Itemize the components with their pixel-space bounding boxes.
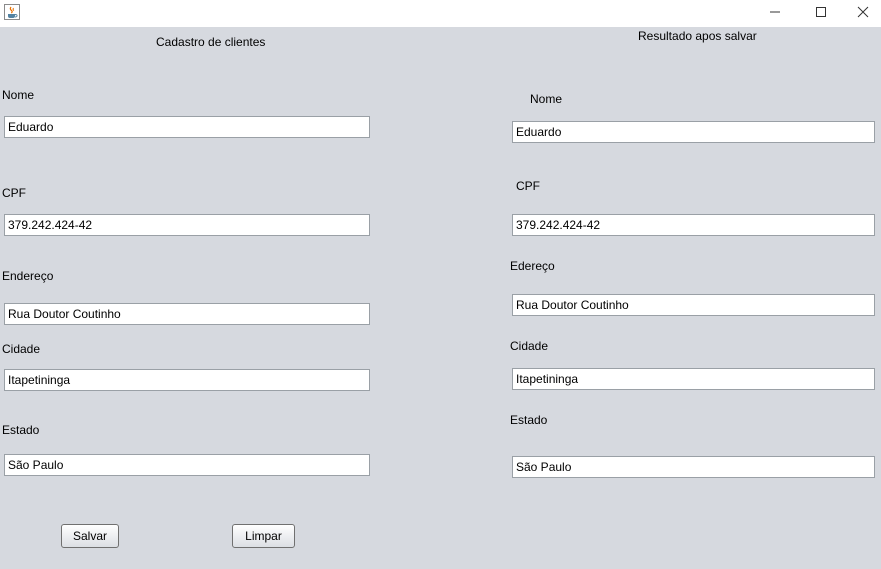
estado-input[interactable]: São Paulo (4, 454, 370, 476)
result-cidade-label: Cidade (510, 339, 549, 353)
nome-label: Nome (2, 88, 35, 102)
endereco-input[interactable]: Rua Doutor Coutinho (4, 303, 370, 325)
result-estado-field[interactable]: São Paulo (512, 456, 875, 478)
result-nome-label: Nome (530, 92, 563, 106)
minimize-icon (769, 6, 781, 21)
close-icon (857, 6, 869, 21)
java-cup-icon (4, 4, 20, 20)
cidade-input[interactable]: Itapetininga (4, 369, 370, 391)
save-button[interactable]: Salvar (61, 524, 119, 548)
close-button[interactable] (844, 0, 881, 27)
result-cidade-field[interactable]: Itapetininga (512, 368, 875, 390)
cidade-label: Cidade (2, 342, 41, 356)
result-cpf-label: CPF (516, 179, 540, 193)
form-title: Cadastro de clientes (156, 35, 266, 49)
result-estado-label: Estado (510, 413, 548, 427)
endereco-label: Endereço (2, 269, 54, 283)
cpf-label: CPF (2, 186, 26, 200)
result-endereco-field[interactable]: Rua Doutor Coutinho (512, 294, 875, 316)
estado-label: Estado (2, 423, 40, 437)
result-cpf-field[interactable]: 379.242.424-42 (512, 214, 875, 236)
result-endereco-label: Edereço (510, 259, 555, 273)
clear-button[interactable]: Limpar (232, 524, 295, 548)
result-title: Resultado apos salvar (638, 29, 757, 43)
cpf-input[interactable]: 379.242.424-42 (4, 214, 370, 236)
minimize-button[interactable] (752, 0, 798, 27)
window-content: Cadastro de clientes Nome Eduardo CPF 37… (0, 27, 881, 569)
title-bar (0, 0, 881, 27)
nome-input[interactable]: Eduardo (4, 116, 370, 138)
maximize-button[interactable] (798, 0, 844, 27)
result-nome-field[interactable]: Eduardo (512, 121, 875, 143)
maximize-icon (815, 6, 827, 21)
